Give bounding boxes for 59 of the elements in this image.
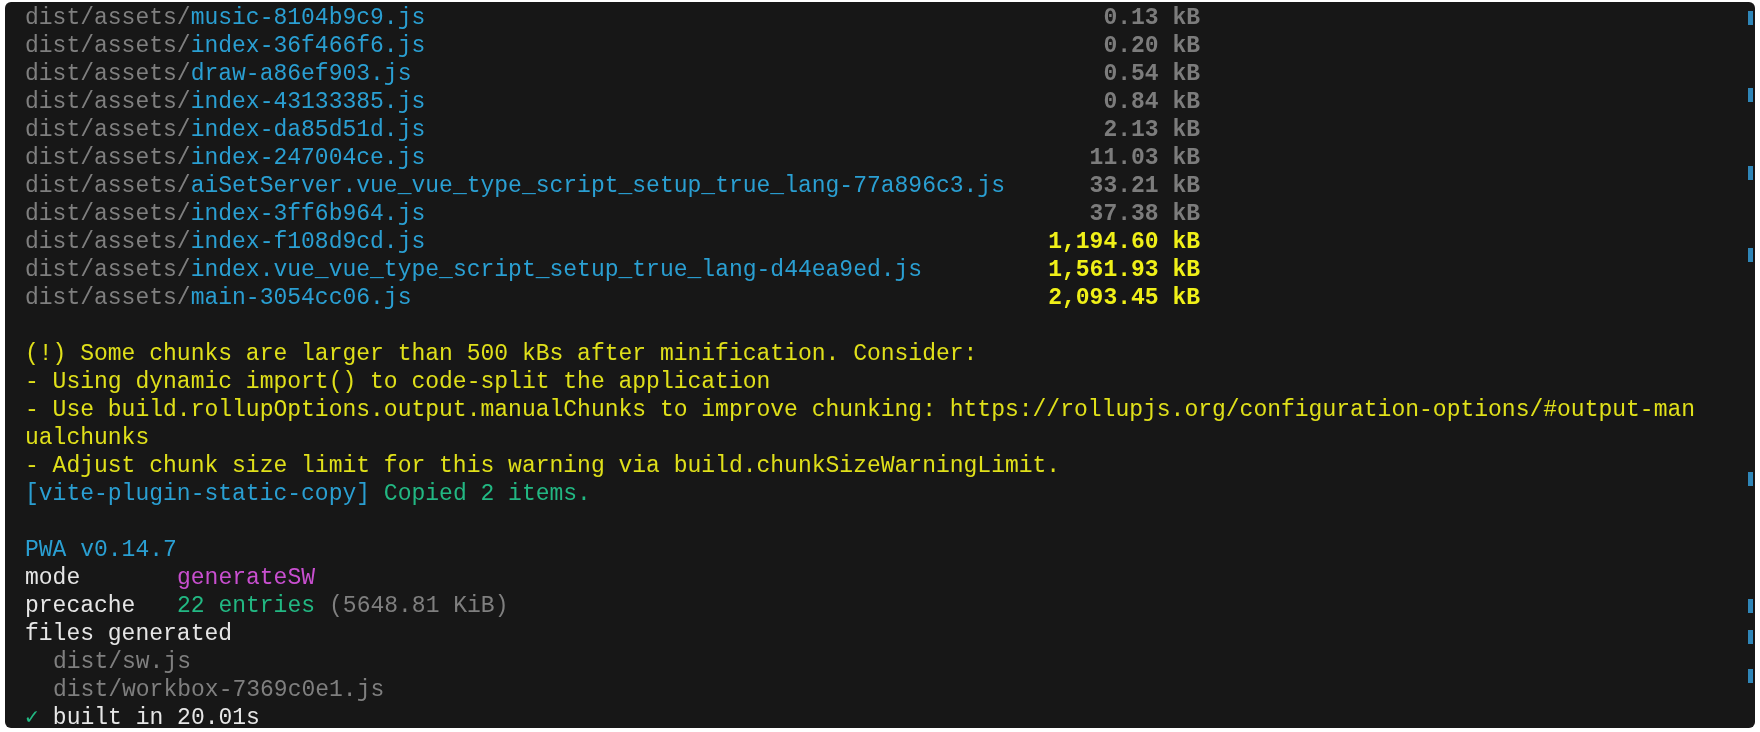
file-name: main-3054cc06.js	[190, 284, 412, 312]
directory-path: dist/assets/	[25, 200, 191, 228]
file-name: index-247004ce.js	[190, 144, 426, 172]
directory-path: dist/assets/	[25, 172, 191, 200]
file-name: index-43133385.js	[190, 88, 426, 116]
plugin-message: Copied 2 items.	[382, 480, 591, 508]
field-label: precache	[25, 592, 137, 620]
scroll-marker	[1748, 88, 1753, 102]
file-name: music-8104b9c9.js	[190, 4, 426, 32]
directory-path: dist/assets/	[25, 284, 191, 312]
directory-path: dist/assets/	[25, 228, 191, 256]
scroll-marker	[1748, 248, 1753, 262]
directory-path: dist/assets/	[25, 88, 191, 116]
directory-path: dist/assets/	[25, 144, 191, 172]
build-time: built in 20.01s	[52, 704, 260, 728]
file-size: 2,093.45 kB	[1048, 284, 1200, 312]
file-size: 2.13 kB	[1103, 116, 1200, 144]
file-size: 1,194.60 kB	[1048, 228, 1200, 256]
file-size: 11.03 kB	[1089, 144, 1200, 172]
pwa-version: PWA v0.14.7	[25, 536, 177, 564]
warning-text: - Use build.rollupOptions.output.manualChunks to improve chunking: https://rollupjs.org/configuration-options/#output-man	[25, 396, 1696, 424]
file-name: index.vue_vue_type_script_setup_true_lang-d44ea9ed.js	[190, 256, 923, 284]
section-heading: files generated	[25, 620, 233, 648]
scroll-marker	[1748, 166, 1753, 180]
file-name: index-f108d9cd.js	[190, 228, 426, 256]
file-name: index-36f466f6.js	[190, 32, 426, 60]
file-name: aiSetServer.vue_vue_type_script_setup_true_lang-77a896c3.js	[190, 172, 1005, 200]
warning-text: - Using dynamic import() to code-split the application	[25, 368, 771, 396]
directory-path: dist/assets/	[25, 256, 191, 284]
directory-path: dist/assets/	[25, 116, 191, 144]
file-name: draw-a86ef903.js	[190, 60, 412, 88]
file-size: 33.21 kB	[1089, 172, 1200, 200]
scroll-marker	[1748, 11, 1753, 25]
file-size: 0.54 kB	[1103, 60, 1200, 88]
field-value: 22 entries	[177, 592, 316, 620]
checkmark-icon: ✓	[25, 704, 39, 728]
file-size: 0.20 kB	[1103, 32, 1200, 60]
file-size: 1,561.93 kB	[1048, 256, 1200, 284]
file-size: 37.38 kB	[1089, 200, 1200, 228]
scroll-marker	[1748, 599, 1753, 613]
scroll-marker	[1748, 669, 1753, 683]
plugin-tag: [vite-plugin-static-copy]	[25, 480, 371, 508]
directory-path: dist/assets/	[25, 4, 191, 32]
warning-text: (!) Some chunks are larger than 500 kBs after minification. Consider:	[25, 340, 978, 368]
file-path: dist/sw.js	[53, 648, 192, 676]
field-detail: (5648.81 KiB)	[329, 592, 509, 620]
warning-text: - Adjust chunk size limit for this warning via build.chunkSizeWarningLimit.	[25, 452, 1061, 480]
directory-path: dist/assets/	[25, 60, 191, 88]
file-name: index-3ff6b964.js	[190, 200, 426, 228]
directory-path: dist/assets/	[25, 32, 191, 60]
scroll-marker	[1748, 630, 1753, 644]
warning-text: ualchunks	[25, 424, 150, 452]
field-value: generateSW	[177, 564, 316, 592]
scroll-marker	[1748, 472, 1753, 486]
file-size: 0.84 kB	[1103, 88, 1200, 116]
file-size: 0.13 kB	[1103, 4, 1200, 32]
field-label: mode	[25, 564, 82, 592]
file-name: index-da85d51d.js	[190, 116, 426, 144]
file-path: dist/workbox-7369c0e1.js	[53, 676, 385, 704]
